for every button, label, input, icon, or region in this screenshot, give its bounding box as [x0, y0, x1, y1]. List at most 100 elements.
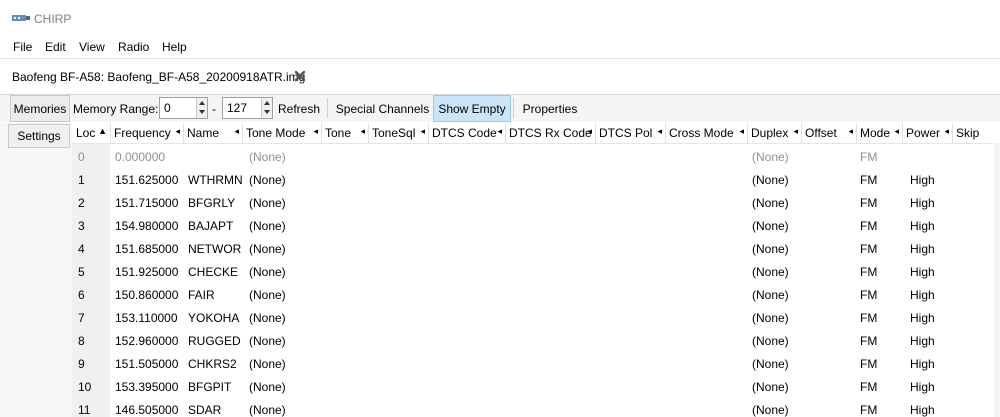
special-channels-button[interactable]: Special Channels — [333, 95, 432, 122]
cell-tone-mode[interactable]: (None) — [249, 380, 286, 394]
cell-duplex[interactable]: (None) — [752, 288, 789, 302]
cell-frequency[interactable]: 151.925000 — [115, 265, 178, 279]
cell-power[interactable]: High — [910, 357, 935, 371]
column-header-tone-mode[interactable]: Tone Mode ◂ — [242, 123, 322, 143]
cell-duplex[interactable]: (None) — [752, 403, 789, 417]
cell-loc[interactable]: 6 — [78, 288, 85, 302]
cell-name[interactable]: CHKRS2 — [188, 357, 237, 371]
cell-tone-mode[interactable]: (None) — [249, 311, 286, 325]
cell-power[interactable]: High — [910, 288, 935, 302]
table-row[interactable]: 2 151.715000 BFGRLY (None) (None) FM High — [72, 192, 1000, 215]
cell-power[interactable]: High — [910, 242, 935, 256]
cell-loc[interactable]: 8 — [78, 334, 85, 348]
cell-duplex[interactable]: (None) — [752, 196, 789, 210]
cell-duplex[interactable]: (None) — [752, 380, 789, 394]
cell-duplex[interactable]: (None) — [752, 311, 789, 325]
cell-tone-mode[interactable]: (None) — [249, 242, 286, 256]
spin-up-icon[interactable] — [199, 101, 205, 105]
table-row[interactable]: 11 146.505000 SDAR (None) (None) FM High — [72, 399, 1000, 417]
spin-up-icon[interactable] — [264, 101, 270, 105]
column-header-dtcs-pol[interactable]: DTCS Pol ◂ — [595, 123, 666, 143]
cell-duplex[interactable]: (None) — [752, 150, 789, 164]
cell-power[interactable]: High — [910, 173, 935, 187]
cell-duplex[interactable]: (None) — [752, 219, 789, 233]
cell-frequency[interactable]: 152.960000 — [115, 334, 178, 348]
cell-frequency[interactable]: 153.110000 — [115, 311, 178, 325]
tab-memories[interactable]: Memories — [10, 95, 70, 122]
column-header-power[interactable]: Power ◂ — [902, 123, 953, 143]
cell-mode[interactable]: FM — [860, 196, 877, 210]
menu-file[interactable]: File — [13, 40, 32, 54]
table-row[interactable]: 6 150.860000 FAIR (None) (None) FM High — [72, 284, 1000, 307]
cell-name[interactable]: BFGPIT — [188, 380, 231, 394]
cell-frequency[interactable]: 154.980000 — [115, 219, 178, 233]
cell-mode[interactable]: FM — [860, 242, 877, 256]
range-start-spinner[interactable]: 0 — [159, 97, 208, 119]
column-header-tonesql[interactable]: ToneSql ◂ — [368, 123, 429, 143]
cell-mode[interactable]: FM — [860, 403, 877, 417]
cell-mode[interactable]: FM — [860, 219, 877, 233]
cell-tone-mode[interactable]: (None) — [249, 334, 286, 348]
table-row[interactable]: 10 153.395000 BFGPIT (None) (None) FM High — [72, 376, 1000, 399]
close-icon[interactable] — [294, 70, 306, 82]
cell-name[interactable]: SDAR — [188, 403, 221, 417]
cell-frequency[interactable]: 150.860000 — [115, 288, 178, 302]
cell-tone-mode[interactable]: (None) — [249, 403, 286, 417]
cell-name[interactable]: WTHRMN — [188, 173, 243, 187]
table-row[interactable]: 5 151.925000 CHECKE (None) (None) FM High — [72, 261, 1000, 284]
cell-frequency[interactable]: 151.715000 — [115, 196, 178, 210]
cell-duplex[interactable]: (None) — [752, 334, 789, 348]
cell-frequency[interactable]: 153.395000 — [115, 380, 178, 394]
cell-tone-mode[interactable]: (None) — [249, 265, 286, 279]
column-header-tone[interactable]: Tone ◂ — [321, 123, 369, 143]
table-row[interactable]: 0 0.000000 (None) (None) FM — [72, 146, 1000, 169]
cell-tone-mode[interactable]: (None) — [249, 150, 286, 164]
cell-power[interactable]: High — [910, 334, 935, 348]
cell-power[interactable]: High — [910, 380, 935, 394]
menu-radio[interactable]: Radio — [118, 40, 149, 54]
column-header-dtcs-code[interactable]: DTCS Code ◂ — [428, 123, 506, 143]
cell-loc[interactable]: 7 — [78, 311, 85, 325]
cell-power[interactable]: High — [910, 196, 935, 210]
range-end-arrows[interactable] — [261, 98, 272, 118]
cell-power[interactable]: High — [910, 311, 935, 325]
cell-mode[interactable]: FM — [860, 334, 877, 348]
spin-down-icon[interactable] — [199, 110, 205, 114]
cell-tone-mode[interactable]: (None) — [249, 173, 286, 187]
cell-name[interactable]: BFGRLY — [188, 196, 235, 210]
column-header-dtcs-rx-code[interactable]: DTCS Rx Code ◂ — [505, 123, 596, 143]
cell-frequency[interactable]: 151.625000 — [115, 173, 178, 187]
range-end-spinner[interactable]: 127 — [222, 97, 273, 119]
cell-loc[interactable]: 0 — [78, 150, 85, 164]
column-header-duplex[interactable]: Duplex ◂ — [747, 123, 802, 143]
cell-name[interactable]: YOKOHA — [188, 311, 239, 325]
cell-mode[interactable]: FM — [860, 357, 877, 371]
menu-edit[interactable]: Edit — [45, 40, 66, 54]
cell-mode[interactable]: FM — [860, 150, 877, 164]
column-header-offset[interactable]: Offset ◂ — [801, 123, 857, 143]
cell-duplex[interactable]: (None) — [752, 357, 789, 371]
cell-name[interactable]: BAJAPT — [188, 219, 233, 233]
cell-loc[interactable]: 3 — [78, 219, 85, 233]
cell-name[interactable]: RUGGED — [188, 334, 241, 348]
properties-button[interactable]: Properties — [518, 95, 582, 122]
cell-tone-mode[interactable]: (None) — [249, 288, 286, 302]
table-row[interactable]: 4 151.685000 NETWOR (None) (None) FM High — [72, 238, 1000, 261]
cell-loc[interactable]: 5 — [78, 265, 85, 279]
cell-power[interactable]: High — [910, 265, 935, 279]
cell-frequency[interactable]: 151.685000 — [115, 242, 178, 256]
column-header-mode[interactable]: Mode ◂ — [856, 123, 903, 143]
cell-power[interactable]: High — [910, 219, 935, 233]
cell-loc[interactable]: 10 — [78, 380, 91, 394]
cell-tone-mode[interactable]: (None) — [249, 357, 286, 371]
show-empty-toggle[interactable]: Show Empty — [433, 95, 511, 122]
cell-tone-mode[interactable]: (None) — [249, 196, 286, 210]
cell-power[interactable]: High — [910, 403, 935, 417]
column-header-skip[interactable]: Skip — [952, 123, 1000, 143]
table-row[interactable]: 8 152.960000 RUGGED (None) (None) FM High — [72, 330, 1000, 353]
spin-down-icon[interactable] — [264, 110, 270, 114]
menu-help[interactable]: Help — [162, 40, 187, 54]
cell-mode[interactable]: FM — [860, 265, 877, 279]
table-row[interactable]: 9 151.505000 CHKRS2 (None) (None) FM High — [72, 353, 1000, 376]
cell-loc[interactable]: 11 — [78, 403, 90, 417]
